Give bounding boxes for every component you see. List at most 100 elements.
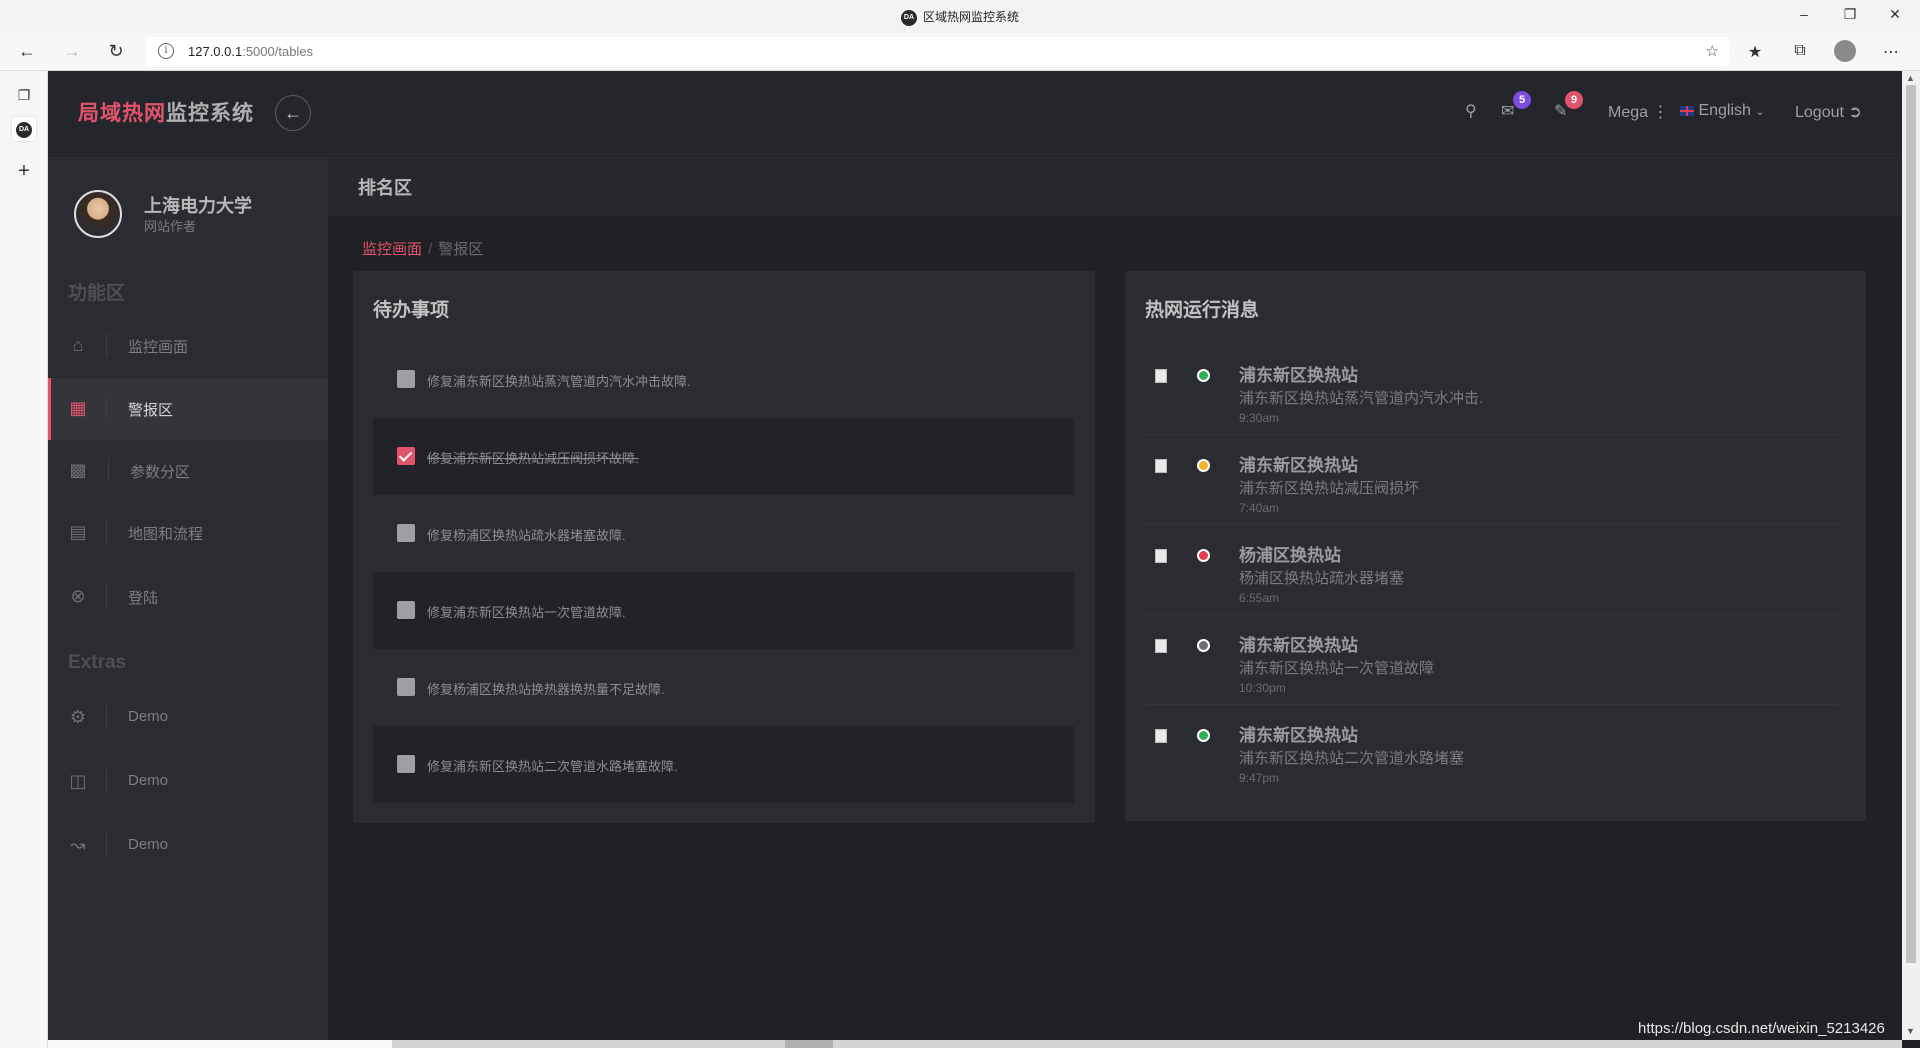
back-arrow-icon[interactable]: ← (15, 41, 39, 62)
sidebar-item-alarms[interactable]: ▦ 警报区 (48, 378, 328, 440)
list-item[interactable]: 浦东新区换热站 浦东新区换热站一次管道故障 10:30pm (1145, 615, 1839, 705)
todo-text: 修复浦东新区换热站减压阀损坏故障. (427, 451, 639, 466)
message-title: 杨浦区换热站 (1239, 546, 1341, 565)
sidebar-item-label: Demo (128, 708, 169, 725)
scroll-track-segment (48, 1040, 392, 1048)
new-tab-icon[interactable]: + (12, 159, 36, 183)
url-text: 127.0.0.1:5000/tables (188, 44, 314, 59)
todo-item[interactable]: 修复杨浦区换热站换热器换热量不足故障. (373, 649, 1074, 726)
scroll-up-icon[interactable]: ▲ (1906, 73, 1915, 83)
sidebar-item-demo-1[interactable]: ⚙ Demo (48, 687, 328, 749)
login-icon: ⊗ (70, 586, 86, 606)
mega-menu[interactable]: Mega ⋮ (1608, 102, 1668, 122)
messages-card: 热网运行消息 浦东新区换热站 浦东新区换热站蒸汽管道内汽水冲击. 9:30am … (1125, 271, 1866, 821)
breadcrumb-home-link[interactable]: 监控画面 (362, 241, 422, 258)
page-header: 排名区 (328, 156, 1902, 216)
restore-icon[interactable]: ❐ (1840, 6, 1860, 23)
clipboard-icon: ▤ (69, 522, 87, 542)
message-title: 浦东新区换热站 (1239, 366, 1358, 385)
minimize-icon[interactable]: – (1794, 6, 1814, 22)
logout-link[interactable]: Logout ➲ (1795, 102, 1862, 122)
brand-logo[interactable]: 局域热网监控系统 (78, 97, 254, 127)
breadcrumb-current: 警报区 (438, 241, 484, 258)
messages-title: 热网运行消息 (1145, 300, 1260, 321)
todo-text: 修复浦东新区换热站蒸汽管道内汽水冲击故障. (427, 374, 691, 389)
todo-checkbox[interactable] (397, 524, 415, 542)
message-body: 杨浦区换热站疏水器堵塞 (1239, 570, 1405, 587)
scrollbar-thumb[interactable] (785, 1040, 833, 1048)
sidebar-item-demo-3[interactable]: ↝ Demo (48, 815, 328, 877)
language-dropdown[interactable]: English ⌄ (1680, 102, 1765, 120)
watermark: https://blog.csdn.net/weixin_5213426 (1638, 1020, 1885, 1037)
presentation-icon: ◫ (69, 771, 87, 791)
close-icon[interactable]: ✕ (1885, 6, 1905, 23)
logout-icon: ➲ (1848, 104, 1862, 121)
todo-text: 修复杨浦区换热站换热器换热量不足故障. (427, 682, 665, 697)
collections-icon[interactable]: ⧉ (1789, 42, 1811, 60)
gear-icon: ⚙ (69, 707, 87, 727)
vertical-scrollbar[interactable]: ▲ ▼ (1902, 71, 1920, 1040)
search-icon[interactable]: ⚲ (1465, 101, 1477, 121)
todo-checkbox[interactable] (397, 678, 415, 696)
favorites-icon[interactable]: ★ (1744, 42, 1766, 62)
todo-checkbox[interactable] (397, 447, 415, 465)
list-item[interactable]: 杨浦区换热站 杨浦区换热站疏水器堵塞 6:55am (1145, 525, 1839, 615)
message-body: 浦东新区换热站二次管道水路堵塞 (1239, 750, 1465, 767)
avatar[interactable] (74, 190, 122, 238)
todo-item[interactable]: 修复浦东新区换热站减压阀损坏故障. (373, 418, 1074, 495)
window-title-text: 区域热网监控系统 (922, 10, 1019, 24)
uk-flag-icon (1680, 105, 1694, 116)
broken-image-icon (1155, 639, 1177, 657)
address-bar[interactable]: i 127.0.0.1:5000/tables ☆ (146, 37, 1729, 67)
todo-item[interactable]: 修复杨浦区换热站疏水器堵塞故障. (373, 495, 1074, 572)
main-content: 排名区 监控画面 / 警报区 待办事项 修复浦东新区换热站蒸汽管道内汽水冲击故障. … (328, 156, 1902, 1040)
tab-actions-icon[interactable]: ❐ (12, 83, 36, 107)
favorite-star-icon[interactable]: ☆ (1706, 42, 1719, 60)
breadcrumb: 监控画面 / 警报区 (362, 238, 483, 259)
message-time: 7:40am (1239, 501, 1280, 515)
sidebar-toggle-button[interactable]: ← (275, 95, 311, 131)
sidebar-item-demo-2[interactable]: ◫ Demo (48, 751, 328, 813)
profile-name: 上海电力大学 (144, 196, 252, 216)
sidebar-item-monitor[interactable]: ⌂ 监控画面 (48, 315, 328, 377)
status-dot (1197, 549, 1210, 562)
site-info-icon[interactable]: i (158, 43, 174, 59)
message-body: 浦东新区换热站减压阀损坏 (1239, 480, 1420, 497)
todo-checkbox[interactable] (397, 601, 415, 619)
horizontal-scrollbar[interactable] (48, 1040, 1902, 1048)
mail-icon[interactable]: ✉ (1501, 101, 1514, 121)
mail-badge: 5 (1513, 91, 1531, 109)
section-label-extras: Extras (68, 652, 127, 673)
top-navbar: 局域热网监控系统 ← ⚲ ✉ 5 ✎ 9 Mega ⋮ English ⌄ Lo… (48, 71, 1902, 155)
todo-text: 修复浦东新区换热站一次管道故障. (427, 605, 626, 620)
message-time: 6:55am (1239, 591, 1280, 605)
sidebar-item-label: 参数分区 (130, 464, 191, 481)
vertical-tab-strip: ❐ DA + (0, 71, 48, 1048)
sidebar-item-label: Demo (128, 772, 169, 789)
list-item[interactable]: 浦东新区换热站 浦东新区换热站二次管道水路堵塞 9:47pm (1145, 705, 1839, 795)
browser-profile-avatar[interactable] (1834, 40, 1856, 62)
sidebar-item-login[interactable]: ⊗ 登陆 (48, 566, 328, 628)
reload-icon[interactable]: ↻ (104, 41, 128, 62)
sidebar-item-label: 登陆 (128, 590, 159, 607)
todo-checkbox[interactable] (397, 370, 415, 388)
todo-checkbox[interactable] (397, 755, 415, 773)
todo-item[interactable]: 修复浦东新区换热站蒸汽管道内汽水冲击故障. (373, 341, 1074, 418)
active-tab[interactable]: DA (12, 117, 36, 141)
profile-role: 网站作者 (144, 219, 197, 234)
sidebar-item-label: 监控画面 (128, 339, 189, 356)
todo-item[interactable]: 修复浦东新区换热站二次管道水路堵塞故障. (373, 726, 1074, 803)
broken-image-icon (1155, 369, 1177, 387)
sidebar-item-label: 地图和流程 (128, 526, 204, 543)
todo-item[interactable]: 修复浦东新区换热站一次管道故障. (373, 572, 1074, 649)
list-item[interactable]: 浦东新区换热站 浦东新区换热站减压阀损坏 7:40am (1145, 435, 1839, 525)
scroll-down-icon[interactable]: ▼ (1906, 1026, 1915, 1036)
line-chart-icon: ↝ (70, 835, 86, 855)
sidebar-item-params[interactable]: ▩ 参数分区 (48, 440, 328, 502)
sidebar-item-map[interactable]: ▤ 地图和流程 (48, 502, 328, 564)
list-item[interactable]: 浦东新区换热站 浦东新区换热站蒸汽管道内汽水冲击. 9:30am (1145, 345, 1839, 435)
more-menu-icon[interactable]: ⋯ (1880, 42, 1902, 62)
forward-arrow-icon[interactable]: → (60, 41, 84, 62)
scrollbar-thumb[interactable] (1906, 85, 1916, 963)
sidebar-item-label: Demo (128, 836, 169, 853)
